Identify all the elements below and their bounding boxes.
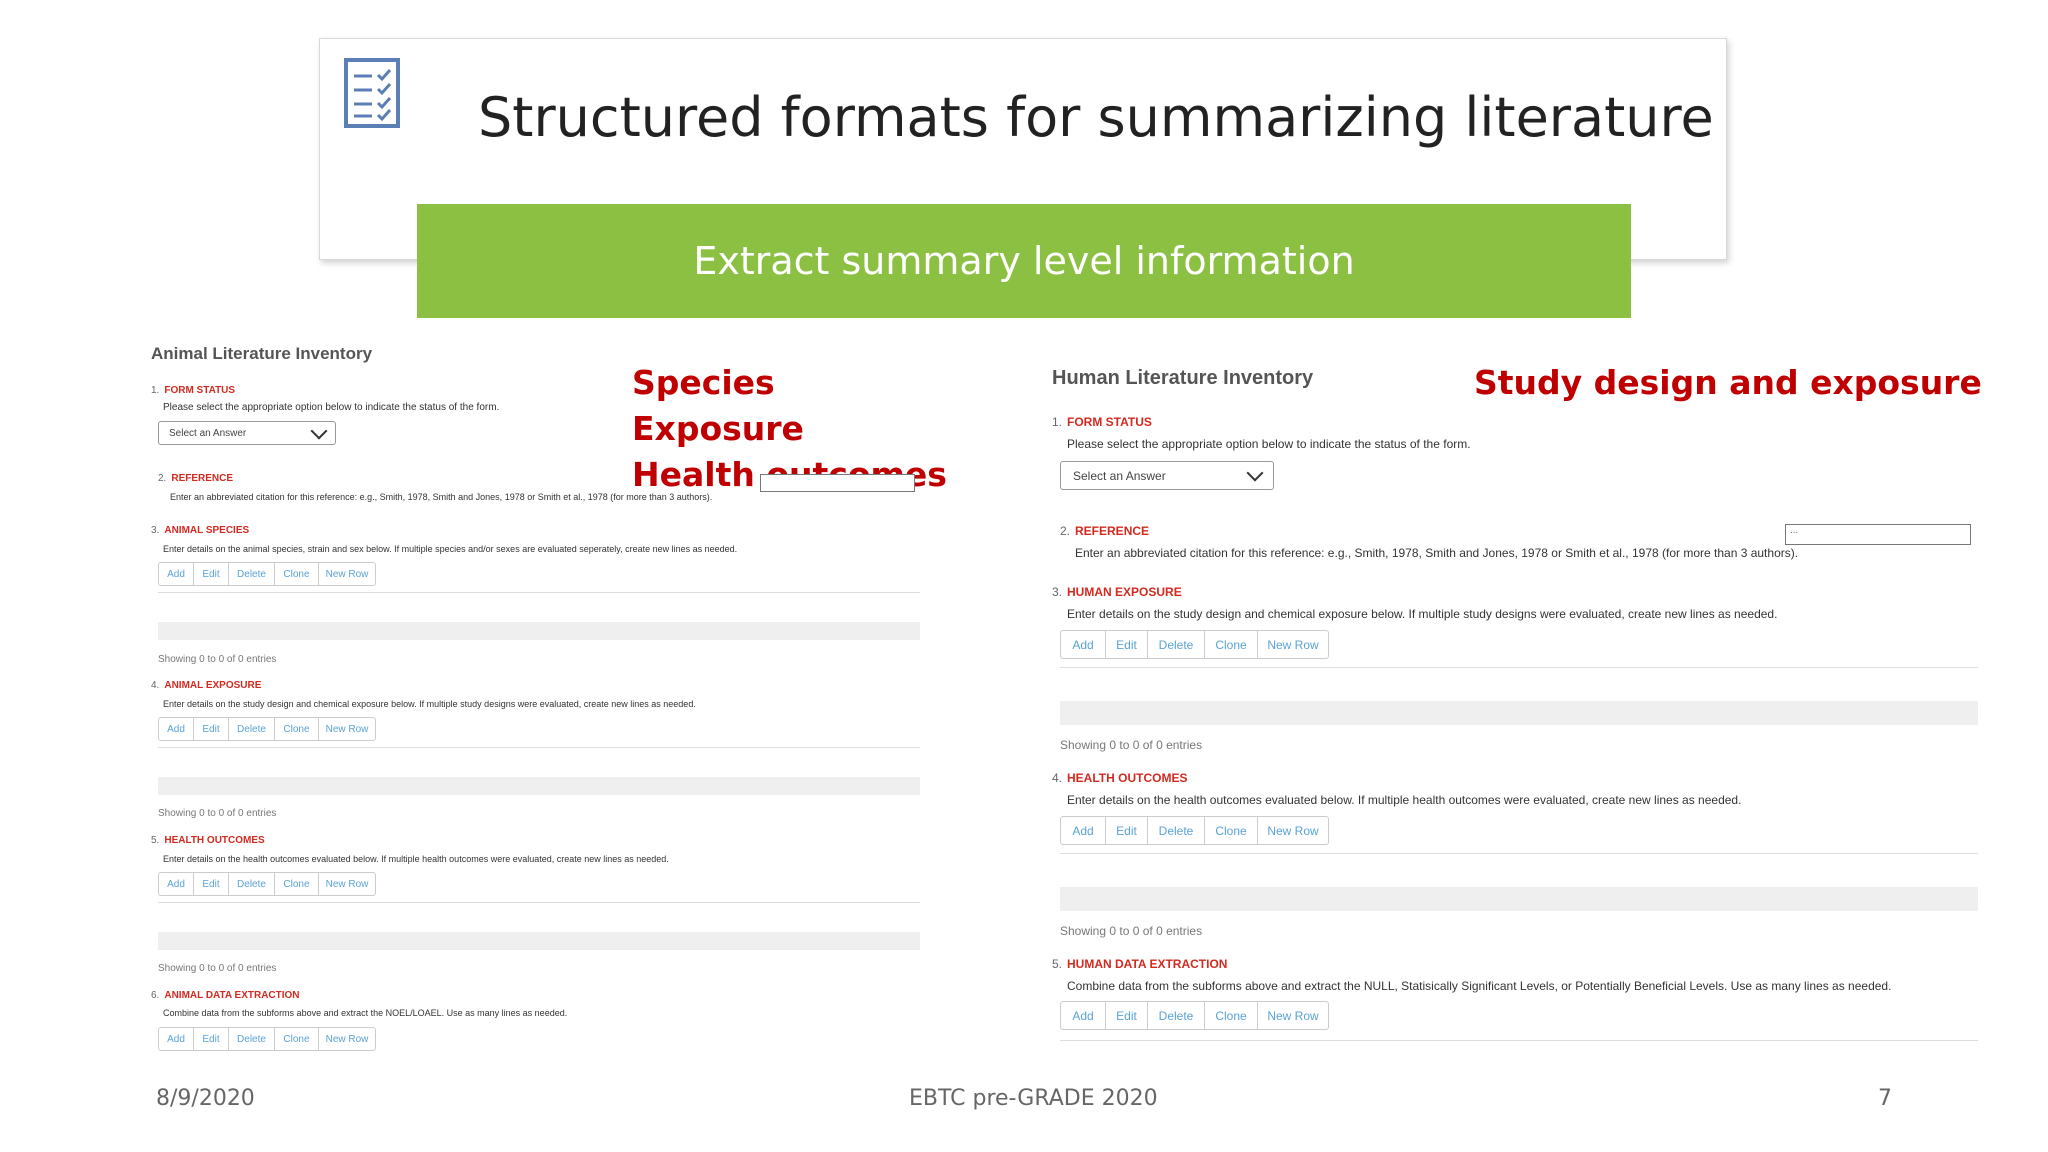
add-button[interactable]: Add [158, 562, 194, 586]
human-form-status-desc: Please select the appropriate option bel… [1067, 437, 1471, 451]
animal-outcomes-toolbar: Add Edit Delete Clone New Row [158, 872, 376, 896]
human-reference-desc: Enter an abbreviated citation for this r… [1075, 546, 1799, 560]
footer-date: 8/9/2020 [156, 1086, 255, 1111]
animal-status-select[interactable]: Select an Answer [158, 421, 336, 445]
human-outcomes-showing: Showing 0 to 0 of 0 entries [1060, 924, 1203, 938]
footer-event: EBTC pre-GRADE 2020 [909, 1086, 1158, 1111]
new-row-button[interactable]: New Row [318, 717, 376, 741]
human-status-select[interactable]: Select an Answer [1060, 461, 1274, 490]
animal-species-desc: Enter details on the animal species, str… [163, 544, 738, 554]
animal-outcomes-desc: Enter details on the health outcomes eva… [163, 854, 669, 864]
human-outcomes-label: 4. HEALTH OUTCOMES [1052, 771, 1188, 785]
animal-extraction-label: 6. ANIMAL DATA EXTRACTION [151, 990, 300, 1001]
animal-species-label: 3. ANIMAL SPECIES [151, 525, 250, 536]
chevron-down-icon [1246, 464, 1264, 482]
animal-species-toolbar: Add Edit Delete Clone New Row [158, 562, 376, 586]
banner-text: Extract summary level information [693, 239, 1355, 283]
animal-extraction-desc: Combine data from the subforms above and… [163, 1008, 568, 1018]
animal-reference-label: 2. REFERENCE [158, 473, 234, 484]
new-row-button[interactable]: New Row [1257, 630, 1329, 659]
animal-exposure-desc: Enter details on the study design and ch… [163, 699, 696, 709]
footer-page-number: 7 [1878, 1086, 1892, 1111]
human-outcomes-desc: Enter details on the health outcomes eva… [1067, 793, 1742, 807]
add-button[interactable]: Add [158, 872, 194, 896]
edit-button[interactable]: Edit [1105, 1001, 1148, 1030]
animal-exposure-showing: Showing 0 to 0 of 0 entries [158, 808, 277, 819]
animal-exposure-label: 4. ANIMAL EXPOSURE [151, 680, 262, 691]
clone-button[interactable]: Clone [274, 562, 319, 586]
checklist-icon [344, 58, 400, 128]
banner: Extract summary level information [417, 204, 1631, 318]
callout-study-design: Study design and exposure [1474, 363, 1982, 402]
animal-form-status-label: 1. FORM STATUS [151, 385, 236, 396]
table-row [1060, 887, 1978, 911]
chevron-down-icon [310, 422, 328, 439]
delete-button[interactable]: Delete [228, 717, 275, 741]
animal-outcomes-label: 5. HEALTH OUTCOMES [151, 835, 265, 846]
select-value: Select an Answer [169, 427, 247, 439]
new-row-button[interactable]: New Row [1257, 1001, 1329, 1030]
new-row-button[interactable]: New Row [318, 562, 376, 586]
delete-button[interactable]: Delete [1147, 816, 1205, 845]
table-row [158, 777, 920, 795]
add-button[interactable]: Add [158, 717, 194, 741]
human-form-status-label: 1. FORM STATUS [1052, 415, 1152, 429]
clone-button[interactable]: Clone [1204, 816, 1258, 845]
human-extraction-label: 5. HUMAN DATA EXTRACTION [1052, 957, 1228, 971]
add-button[interactable]: Add [1060, 630, 1106, 659]
human-extraction-toolbar: Add Edit Delete Clone New Row [1060, 1001, 1329, 1030]
edit-button[interactable]: Edit [193, 872, 229, 896]
add-button[interactable]: Add [1060, 816, 1106, 845]
animal-exposure-toolbar: Add Edit Delete Clone New Row [158, 717, 376, 741]
human-exposure-label: 3. HUMAN EXPOSURE [1052, 585, 1182, 599]
edit-button[interactable]: Edit [193, 1027, 229, 1051]
human-reference-input[interactable]: ... [1785, 524, 1971, 545]
clone-button[interactable]: Clone [274, 1027, 319, 1051]
add-button[interactable]: Add [158, 1027, 194, 1051]
human-exposure-desc: Enter details on the study design and ch… [1067, 607, 1778, 621]
animal-reference-desc: Enter an abbreviated citation for this r… [170, 492, 713, 502]
clone-button[interactable]: Clone [274, 872, 319, 896]
edit-button[interactable]: Edit [1105, 630, 1148, 659]
new-row-button[interactable]: New Row [1257, 816, 1329, 845]
animal-reference-input[interactable] [760, 474, 915, 492]
animal-panel-title: Animal Literature Inventory [151, 344, 373, 363]
animal-outcomes-showing: Showing 0 to 0 of 0 entries [158, 963, 277, 974]
table-row [158, 622, 920, 640]
edit-button[interactable]: Edit [193, 717, 229, 741]
human-outcomes-toolbar: Add Edit Delete Clone New Row [1060, 816, 1329, 845]
human-exposure-showing: Showing 0 to 0 of 0 entries [1060, 738, 1203, 752]
animal-form-status-desc: Please select the appropriate option bel… [163, 402, 500, 413]
select-value: Select an Answer [1073, 468, 1166, 483]
edit-button[interactable]: Edit [193, 562, 229, 586]
delete-button[interactable]: Delete [228, 1027, 275, 1051]
table-divider [1060, 1040, 1978, 1041]
human-exposure-toolbar: Add Edit Delete Clone New Row [1060, 630, 1329, 659]
animal-extraction-toolbar: Add Edit Delete Clone New Row [158, 1027, 376, 1051]
human-reference-label: 2. REFERENCE [1060, 524, 1150, 538]
table-row [158, 932, 920, 950]
callout-species: Species [632, 363, 775, 402]
new-row-button[interactable]: New Row [318, 872, 376, 896]
edit-button[interactable]: Edit [1105, 816, 1148, 845]
human-extraction-desc: Combine data from the subforms above and… [1067, 979, 1892, 993]
slide-title: Structured formats for summarizing liter… [478, 86, 1714, 149]
delete-button[interactable]: Delete [1147, 1001, 1205, 1030]
table-row [1060, 701, 1978, 725]
callout-exposure: Exposure [632, 409, 804, 448]
clone-button[interactable]: Clone [1204, 1001, 1258, 1030]
human-panel-title: Human Literature Inventory [1052, 367, 1314, 389]
delete-button[interactable]: Delete [228, 562, 275, 586]
delete-button[interactable]: Delete [1147, 630, 1205, 659]
clone-button[interactable]: Clone [1204, 630, 1258, 659]
add-button[interactable]: Add [1060, 1001, 1106, 1030]
animal-species-showing: Showing 0 to 0 of 0 entries [158, 654, 277, 665]
clone-button[interactable]: Clone [274, 717, 319, 741]
new-row-button[interactable]: New Row [318, 1027, 376, 1051]
delete-button[interactable]: Delete [228, 872, 275, 896]
